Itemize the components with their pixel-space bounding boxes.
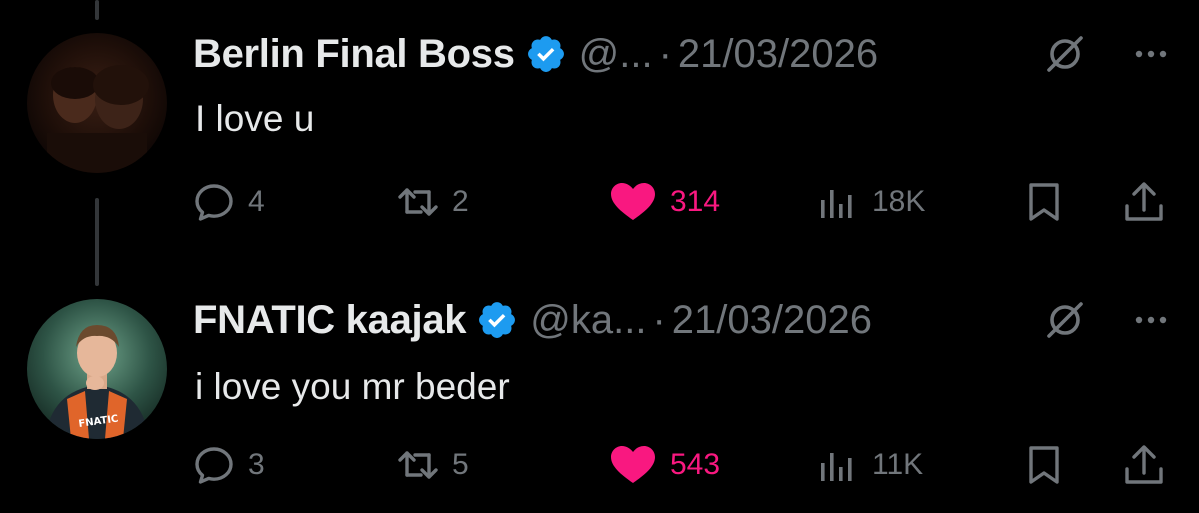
more-icon[interactable] <box>1131 34 1171 74</box>
share-icon <box>1122 443 1166 487</box>
tweet-actions: 3 5 543 11K <box>0 440 1199 490</box>
repost-icon <box>396 180 440 224</box>
views-button[interactable]: 11K <box>816 440 923 490</box>
repost-button[interactable]: 2 <box>396 177 469 227</box>
bookmark-button[interactable] <box>1022 440 1066 490</box>
grok-icon[interactable] <box>1043 298 1087 342</box>
avatar[interactable] <box>27 33 167 173</box>
bookmark-icon <box>1022 180 1066 224</box>
views-icon <box>816 180 860 224</box>
verified-badge-icon <box>525 33 567 75</box>
views-button[interactable]: 18K <box>816 177 925 227</box>
repost-icon <box>396 443 440 487</box>
reply-count: 3 <box>248 448 265 481</box>
more-icon[interactable] <box>1131 300 1171 340</box>
repost-count: 2 <box>452 185 469 218</box>
views-count: 11K <box>872 448 924 481</box>
tweet-actions: 4 2 314 18K <box>0 177 1199 227</box>
tweet[interactable]: FNATIC FNATIC kaajak @ka... · 21/03/2026 <box>0 268 1199 508</box>
user-handle[interactable]: @... <box>579 32 653 77</box>
tweet-text: i love you mr beder <box>195 366 510 407</box>
like-button[interactable]: 314 <box>608 177 720 227</box>
share-icon <box>1122 180 1166 224</box>
views-count: 18K <box>872 185 926 218</box>
separator-dot: · <box>652 297 666 342</box>
separator-dot: · <box>658 31 672 76</box>
like-count: 543 <box>670 448 721 481</box>
user-handle[interactable]: @ka... <box>530 298 646 343</box>
reply-icon <box>192 180 236 224</box>
bookmark-icon <box>1022 443 1066 487</box>
tweet-date[interactable]: 21/03/2026 <box>678 32 878 77</box>
heart-filled-icon <box>608 180 658 224</box>
like-button[interactable]: 543 <box>608 440 720 490</box>
repost-count: 5 <box>452 448 469 481</box>
verified-badge-icon <box>476 299 518 341</box>
like-count: 314 <box>670 185 721 218</box>
share-button[interactable] <box>1122 440 1166 490</box>
tweet[interactable]: Berlin Final Boss @... · 21/03/2026 I lo… <box>0 0 1199 240</box>
bookmark-button[interactable] <box>1022 177 1066 227</box>
display-name[interactable]: FNATIC kaajak <box>193 298 467 343</box>
reply-button[interactable]: 3 <box>192 440 265 490</box>
reply-count: 4 <box>248 185 265 218</box>
views-icon <box>816 443 860 487</box>
display-name[interactable]: Berlin Final Boss <box>193 32 515 77</box>
repost-button[interactable]: 5 <box>396 440 469 490</box>
tweet-text: I love u <box>195 98 315 139</box>
reply-icon <box>192 443 236 487</box>
reply-button[interactable]: 4 <box>192 177 265 227</box>
avatar[interactable]: FNATIC <box>27 299 167 439</box>
tweet-date[interactable]: 21/03/2026 <box>672 298 872 343</box>
heart-filled-icon <box>608 443 658 487</box>
share-button[interactable] <box>1122 177 1166 227</box>
grok-icon[interactable] <box>1043 32 1087 76</box>
